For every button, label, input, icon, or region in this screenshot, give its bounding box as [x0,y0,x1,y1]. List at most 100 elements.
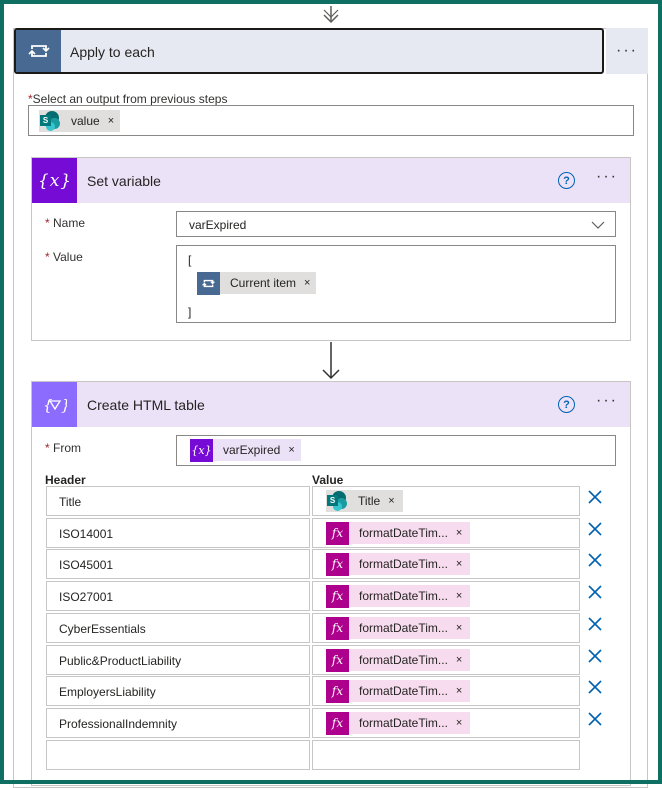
fx-icon: fx [326,616,349,640]
token-label: Title [358,494,381,508]
header-cell-input[interactable]: CyberEssentials [46,613,310,643]
select-output-label-text: Select an output from previous steps [32,92,228,106]
loop-icon [16,30,61,72]
value-label: * Value [45,250,83,264]
current-item-token-label: Current item [230,276,297,290]
flow-connector-arrow-icon [323,6,339,24]
select-output-label: *Select an output from previous steps [28,92,227,106]
select-output-input[interactable]: S value × [28,105,634,136]
open-bracket: [ [188,253,192,267]
from-input[interactable]: {x} varExpired × [176,435,616,466]
fx-icon: fx [326,584,349,608]
header-cell-input[interactable]: ProfessionalIndemnity [46,708,310,738]
remove-token-icon[interactable]: × [456,717,462,729]
remove-token-icon[interactable]: × [288,444,294,456]
value-label-text: Value [53,250,83,264]
header-cell-input[interactable] [46,740,310,770]
value-token[interactable]: S value × [39,110,121,132]
var-expired-token-label: varExpired [223,443,281,457]
expression-token[interactable]: fx formatDateTim... × [326,584,471,608]
expression-token[interactable]: fx formatDateTim... × [326,711,471,735]
remove-token-icon[interactable]: × [456,527,462,539]
from-label: * From [45,441,81,455]
header-cell-text: ISO14001 [59,527,114,541]
chevron-down-icon [591,221,605,229]
header-cell-input[interactable]: EmployersLiability [46,676,310,706]
expression-token[interactable]: fx formatDateTim... × [326,679,471,703]
header-cell-input[interactable]: ISO45001 [46,549,310,579]
value-cell-input[interactable]: S Title × [312,486,580,516]
header-cell-text: ProfessionalIndemnity [59,717,178,731]
header-cell-input[interactable]: ISO14001 [46,518,310,548]
token-label: formatDateTim... [359,589,448,603]
dynamic-content-token[interactable]: S Title × [326,490,403,512]
value-cell-input[interactable]: fx formatDateTim... × [312,581,580,611]
create-html-table-more-menu[interactable]: ··· [596,392,618,410]
sharepoint-icon: S [326,490,348,512]
apply-to-each-title: Apply to each [70,44,155,60]
var-expired-token[interactable]: {x} varExpired × [190,438,301,462]
token-label: formatDateTim... [359,557,448,571]
header-cell-text: CyberEssentials [59,622,146,636]
header-column-title: Header [45,473,86,487]
delete-row-icon[interactable] [587,649,603,665]
remove-token-icon[interactable]: × [108,115,114,127]
apply-to-each-header[interactable]: Apply to each [14,28,604,74]
current-item-token[interactable]: Current item × [197,271,317,295]
delete-row-icon[interactable] [587,522,603,538]
expression-token[interactable]: fx formatDateTim... × [326,616,471,640]
delete-row-icon[interactable] [587,490,603,506]
header-cell-text: EmployersLiability [59,685,156,699]
remove-token-icon[interactable]: × [456,685,462,697]
variable-icon: {x} [190,438,213,462]
delete-row-icon[interactable] [587,712,603,728]
value-cell-input[interactable]: fx formatDateTim... × [312,676,580,706]
set-variable-more-menu[interactable]: ··· [596,168,618,186]
expression-token[interactable]: fx formatDateTim... × [326,521,471,545]
set-variable-title: Set variable [87,173,161,189]
delete-row-icon[interactable] [587,617,603,633]
variable-icon: {x} [32,158,77,203]
data-operation-icon: { } [32,382,77,427]
header-cell-input[interactable]: Public&ProductLiability [46,645,310,675]
fx-icon: fx [326,521,349,545]
header-cell-text: Title [59,495,82,509]
flow-connector-arrow-icon [322,342,340,380]
remove-token-icon[interactable]: × [304,277,310,289]
token-label: formatDateTim... [359,653,448,667]
value-cell-input[interactable]: fx formatDateTim... × [312,549,580,579]
header-cell-input[interactable]: ISO27001 [46,581,310,611]
remove-token-icon[interactable]: × [456,654,462,666]
token-label: formatDateTim... [359,716,448,730]
remove-token-icon[interactable]: × [456,590,462,602]
delete-row-icon[interactable] [587,553,603,569]
required-mark: * [45,216,50,230]
expression-token[interactable]: fx formatDateTim... × [326,648,471,672]
required-mark: * [45,441,50,455]
required-mark: * [45,250,50,264]
header-cell-input[interactable]: Title [46,486,310,516]
help-icon[interactable]: ? [558,396,575,413]
header-cell-text: ISO27001 [59,590,114,604]
remove-token-icon[interactable]: × [456,558,462,570]
value-cell-input[interactable]: fx formatDateTim... × [312,645,580,675]
fx-icon: fx [326,679,349,703]
value-cell-input[interactable]: fx formatDateTim... × [312,708,580,738]
value-cell-input[interactable]: fx formatDateTim... × [312,518,580,548]
delete-row-icon[interactable] [587,585,603,601]
remove-token-icon[interactable]: × [388,495,394,507]
fx-icon: fx [326,552,349,576]
value-cell-input[interactable] [312,740,580,770]
delete-row-icon[interactable] [587,680,603,696]
set-variable-header[interactable]: {x} Set variable ? ··· [32,158,630,203]
apply-to-each-more-menu[interactable]: ··· [606,28,648,74]
create-html-table-title: Create HTML table [87,397,205,413]
expression-token[interactable]: fx formatDateTim... × [326,552,471,576]
token-label: formatDateTim... [359,526,448,540]
create-html-table-header[interactable]: { } Create HTML table ? ··· [32,382,630,427]
value-cell-input[interactable]: fx formatDateTim... × [312,613,580,643]
help-icon[interactable]: ? [558,172,575,189]
remove-token-icon[interactable]: × [456,622,462,634]
name-select[interactable]: varExpired [176,211,616,237]
value-input[interactable]: [ Current item × ] [176,245,616,323]
